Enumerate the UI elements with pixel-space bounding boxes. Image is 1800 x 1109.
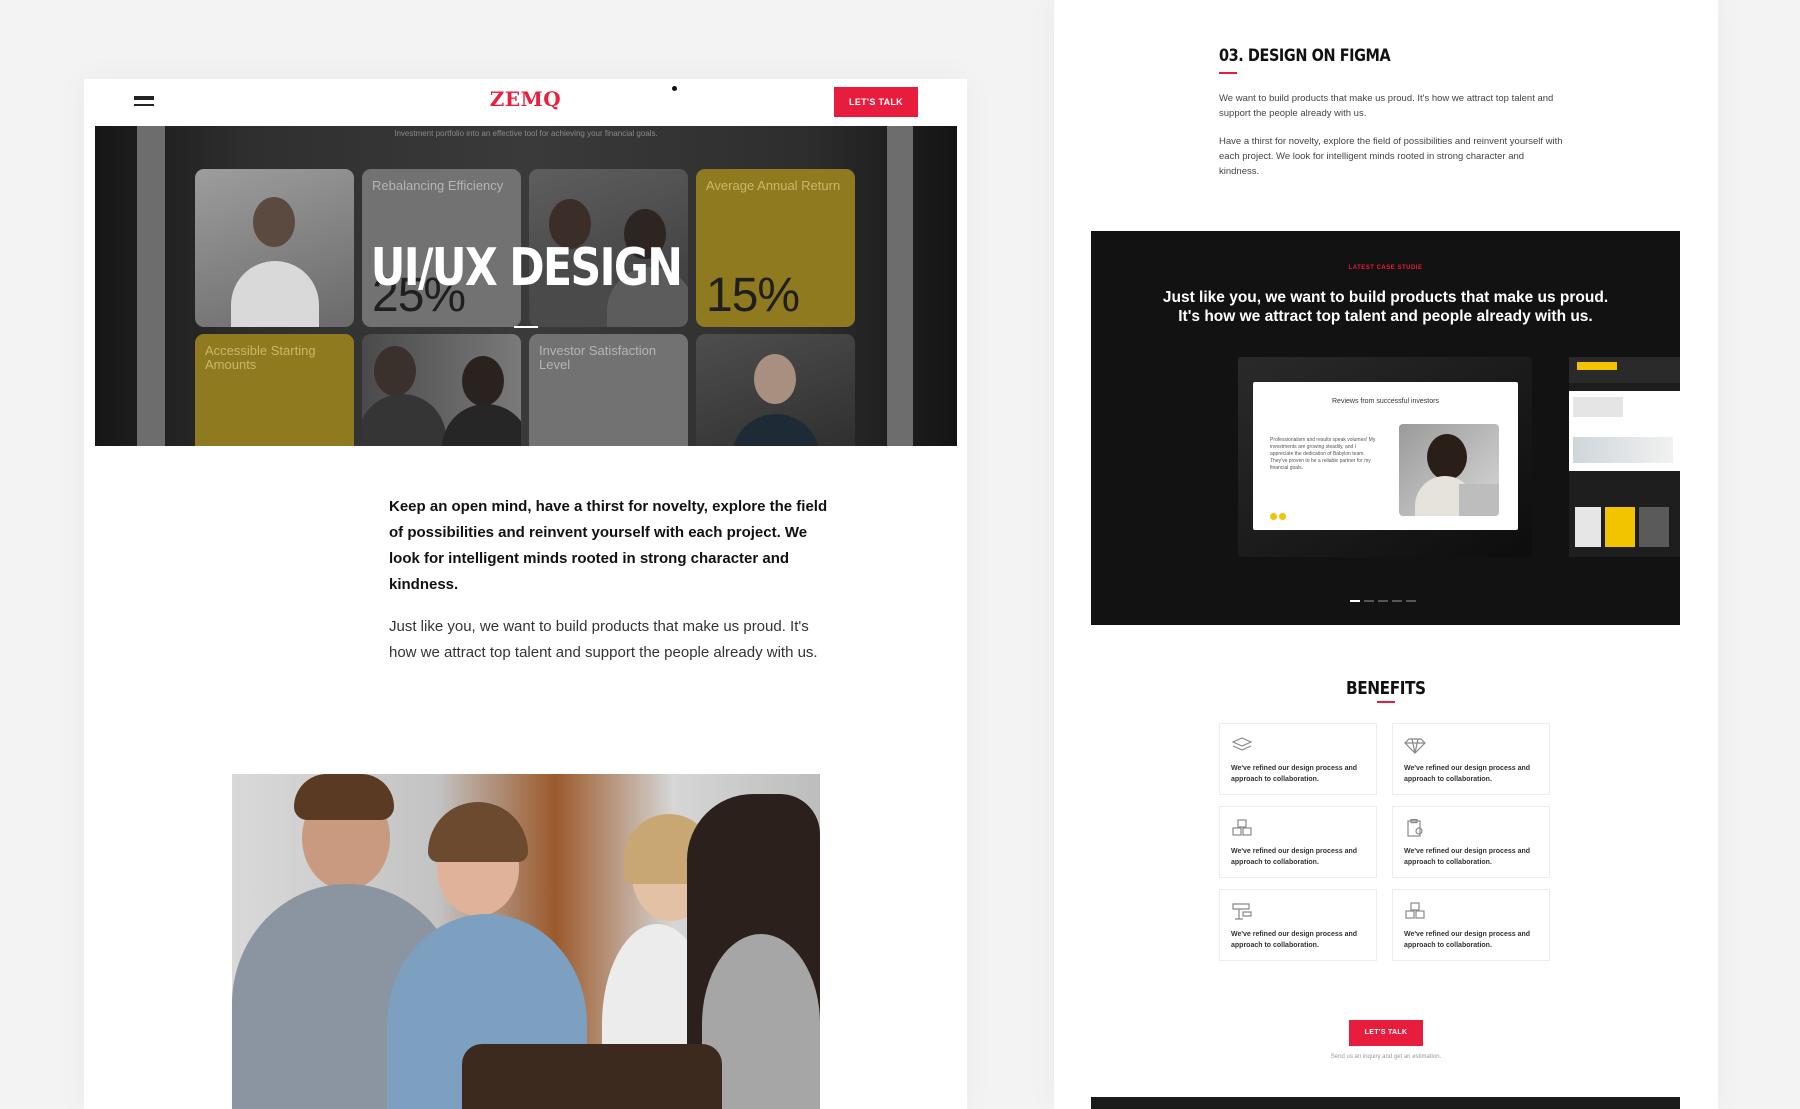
section-paragraph: We want to build products that make us p… bbox=[1219, 93, 1554, 119]
carousel-dot[interactable] bbox=[1378, 600, 1388, 602]
benefit-text: We've refined our design process and app… bbox=[1231, 765, 1358, 783]
benefit-text: We've refined our design process and app… bbox=[1404, 848, 1531, 866]
lets-talk-button[interactable]: LET'S TALK bbox=[1349, 1020, 1423, 1046]
case-study-tag: LATEST CASE STUDIE bbox=[1348, 265, 1423, 271]
benefits-title-text: BENEFITS bbox=[1346, 678, 1426, 699]
hero-title: UI/UX DESIGN bbox=[370, 238, 683, 298]
mockup-review-text: Professionalism and results speak volume… bbox=[1270, 437, 1376, 471]
hero-side-strip bbox=[137, 126, 165, 446]
mockup-photo bbox=[1399, 424, 1499, 516]
carousel-dot[interactable] bbox=[1406, 600, 1416, 602]
tile-label: Average Annual Return bbox=[706, 178, 841, 193]
section-title: 03. DESIGN ON FIGMA bbox=[1219, 46, 1391, 66]
mockup-dots bbox=[1270, 507, 1288, 525]
mockup-title: Reviews from successful investors bbox=[1332, 398, 1439, 405]
benefit-card: We've refined our design process and app… bbox=[1219, 889, 1377, 961]
case-study-mockup[interactable]: Reviews from successful investors Profes… bbox=[1238, 357, 1532, 557]
hero-title-underline bbox=[514, 326, 538, 328]
case-study-next-slide[interactable] bbox=[1569, 357, 1680, 557]
tile-label: Accessible Starting Amounts bbox=[205, 343, 316, 372]
camera-dot bbox=[672, 86, 677, 91]
clipboard-icon bbox=[1407, 819, 1423, 837]
benefit-card: We've refined our design process and app… bbox=[1219, 723, 1377, 795]
tile-label: Investor Satisfaction Level bbox=[539, 343, 657, 372]
hero-tile-stat: Investor Satisfaction Level bbox=[529, 334, 688, 446]
benefit-text: We've refined our design process and app… bbox=[1404, 765, 1531, 783]
section-title-underline bbox=[1219, 72, 1237, 74]
boxes-icon bbox=[1405, 902, 1425, 919]
diamond-icon bbox=[1404, 738, 1426, 754]
intro-lead-text: Keep an open mind, have a thirst for nov… bbox=[389, 498, 828, 593]
hero-caption: Investment portfolio into an effective t… bbox=[394, 129, 658, 138]
intro-body-text: Just like you, we want to build products… bbox=[389, 618, 818, 661]
carousel-dot[interactable] bbox=[1392, 600, 1402, 602]
carousel-dot[interactable] bbox=[1350, 600, 1360, 602]
benefit-text: We've refined our design process and app… bbox=[1404, 931, 1531, 949]
section-paragraph: Have a thirst for novelty, explore the f… bbox=[1219, 136, 1563, 177]
boxes-icon bbox=[1232, 819, 1252, 836]
layers-icon bbox=[1231, 737, 1253, 751]
cta-subtext: Send us an inquiry and get an estimation… bbox=[1330, 1054, 1442, 1060]
carousel-pagination bbox=[1350, 589, 1420, 607]
hero-tile-person bbox=[362, 334, 521, 446]
benefits-title: BENEFITS bbox=[1054, 678, 1718, 699]
mockup-review-card: Reviews from successful investors Profes… bbox=[1253, 382, 1518, 530]
benefit-card: We've refined our design process and app… bbox=[1392, 723, 1550, 795]
hero-tile-person bbox=[696, 334, 855, 446]
case-study-headline: Just like you, we want to build products… bbox=[1162, 289, 1609, 325]
right-page-preview: 03. DESIGN ON FIGMA We want to build pro… bbox=[1054, 0, 1718, 1109]
carousel-dot[interactable] bbox=[1364, 600, 1374, 602]
hero-side-strip bbox=[887, 126, 913, 446]
top-nav: ZEMQ LET'S TALK bbox=[84, 79, 967, 126]
benefits-title-underline bbox=[1377, 701, 1395, 703]
benefit-text: We've refined our design process and app… bbox=[1231, 848, 1358, 866]
next-section-peek bbox=[1091, 1097, 1680, 1109]
lets-talk-button[interactable]: LET'S TALK bbox=[834, 87, 918, 117]
hero-tile-stat: Accessible Starting Amounts bbox=[195, 334, 354, 446]
benefit-card: We've refined our design process and app… bbox=[1219, 806, 1377, 878]
hero-banner: Investment portfolio into an effective t… bbox=[95, 126, 957, 446]
team-photo bbox=[232, 774, 820, 1109]
benefit-text: We've refined our design process and app… bbox=[1231, 931, 1358, 949]
signpost-icon bbox=[1232, 903, 1252, 920]
case-study-block: LATEST CASE STUDIE Just like you, we wan… bbox=[1091, 231, 1680, 625]
benefit-card: We've refined our design process and app… bbox=[1392, 806, 1550, 878]
left-page-preview: ZEMQ LET'S TALK Investment portfolio int… bbox=[84, 79, 967, 1109]
benefit-card: We've refined our design process and app… bbox=[1392, 889, 1550, 961]
tile-label: Rebalancing Efficiency bbox=[372, 178, 504, 193]
